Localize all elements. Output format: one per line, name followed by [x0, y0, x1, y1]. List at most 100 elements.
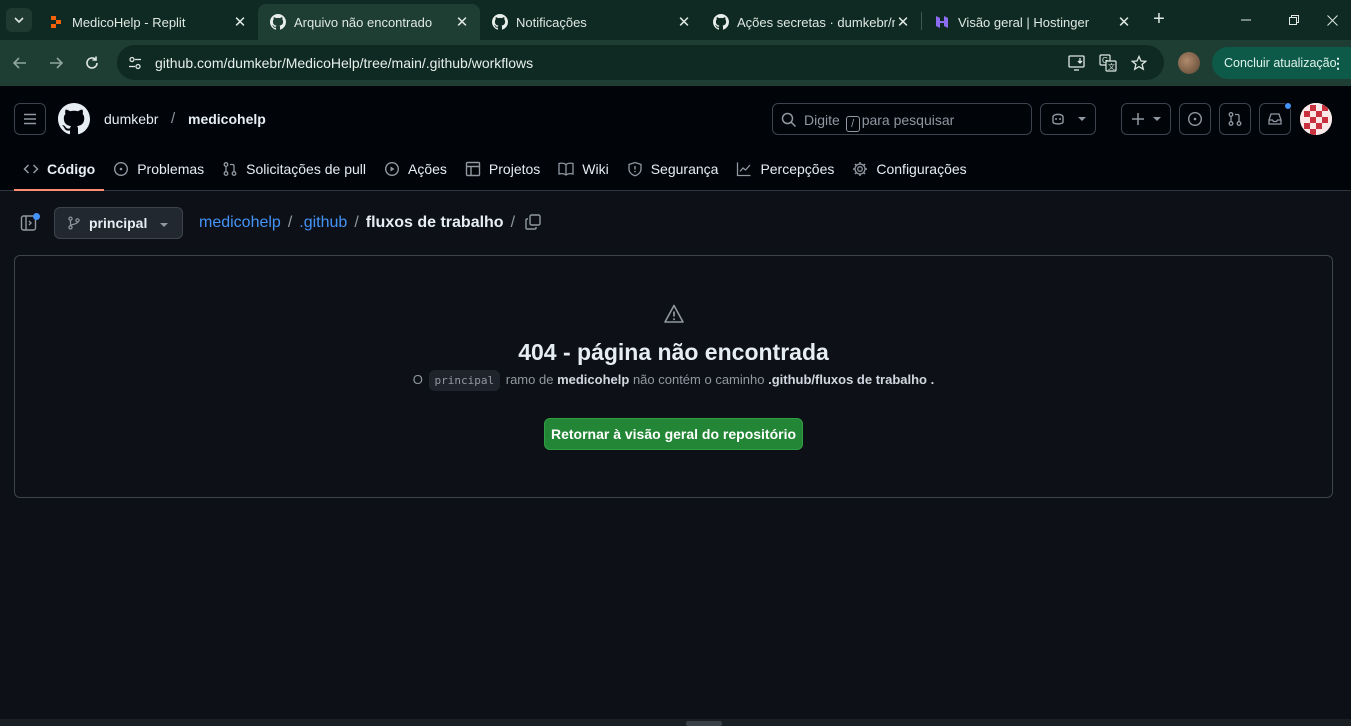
notification-dot [1284, 102, 1292, 110]
book-icon [558, 162, 574, 176]
github-icon [713, 14, 729, 30]
browser-tab[interactable]: Notificações ✕ [480, 4, 702, 40]
tab-settings-label: Configurações [876, 161, 967, 177]
github-logo-icon[interactable] [58, 103, 90, 135]
branch-name: principal [89, 215, 148, 231]
site-info-icon[interactable] [125, 53, 145, 73]
tab-title: Ações secretas · dumkebr/m [737, 14, 895, 30]
pull-requests-button[interactable] [1219, 103, 1251, 135]
horizontal-scrollbar[interactable] [0, 719, 1351, 726]
tab-settings[interactable]: Configurações [843, 148, 975, 190]
restore-button[interactable] [1284, 10, 1304, 30]
close-icon[interactable]: ✕ [454, 14, 470, 31]
tab-pull-requests[interactable]: Solicitações de pull [213, 148, 375, 190]
tab-pull-requests-label: Solicitações de pull [246, 161, 366, 177]
address-bar[interactable]: github.com/dumkebr/MedicoHelp/tree/main/… [117, 45, 1164, 80]
bookmark-star-icon[interactable] [1129, 53, 1149, 73]
caret-down-icon [1078, 117, 1086, 121]
tab-code[interactable]: Código [14, 148, 105, 191]
repo-owner-link[interactable]: dumkebr [104, 111, 158, 127]
breadcrumb-repo-link[interactable]: medicohelp [199, 214, 281, 232]
update-button-label: Concluir atualização [1224, 56, 1337, 70]
tab-title: Notificações [516, 14, 587, 30]
browser-tab[interactable]: Ações secretas · dumkebr/m ✕ [701, 4, 921, 40]
search-placeholder-before: Digite [804, 112, 840, 128]
user-avatar[interactable] [1300, 103, 1332, 135]
git-branch-icon [68, 216, 80, 230]
browser-tab[interactable]: Visão geral | Hostinger ✕ [922, 4, 1142, 40]
github-icon [270, 14, 286, 30]
reload-button[interactable] [81, 52, 103, 74]
search-input[interactable]: Digite / para pesquisar [772, 103, 1032, 135]
breadcrumb-folder-link[interactable]: .github [299, 214, 347, 232]
close-icon[interactable]: ✕ [895, 14, 911, 31]
tab-projects[interactable]: Projetos [456, 148, 549, 190]
plus-icon [1132, 113, 1144, 125]
forward-button[interactable] [45, 52, 67, 74]
translate-icon[interactable]: G文 [1098, 53, 1118, 73]
tab-title: Visão geral | Hostinger [958, 14, 1090, 30]
shield-icon [628, 161, 642, 177]
close-icon[interactable]: ✕ [1116, 14, 1132, 31]
github-header: dumkebr / medicohelp Digite / para pesqui… [0, 86, 1351, 191]
alert-icon [663, 303, 685, 325]
graph-icon [737, 162, 751, 177]
code-icon [23, 164, 39, 174]
update-button[interactable]: Concluir atualização ⋮ [1212, 47, 1351, 79]
new-tab-button[interactable]: + [1150, 9, 1168, 29]
close-icon[interactable]: ✕ [232, 14, 248, 31]
search-placeholder: Digite / para pesquisar [804, 112, 954, 132]
tab-insights-label: Percepções [760, 161, 835, 177]
copy-icon [525, 214, 541, 230]
not-found-panel: 404 - página não encontrada O principal … [14, 255, 1333, 498]
tab-search-button[interactable] [6, 8, 32, 32]
repo-nav: Código Problemas Solicitações de pull Aç… [14, 148, 976, 191]
replit-icon [48, 14, 64, 30]
tab-issues[interactable]: Problemas [104, 148, 213, 190]
arrow-right-icon [50, 57, 64, 69]
minimize-button[interactable] [1236, 10, 1256, 30]
url-text[interactable]: github.com/dumkebr/MedicoHelp/tree/main/… [155, 55, 533, 71]
error-branch-code: principal [428, 370, 501, 391]
restore-icon [1289, 15, 1299, 25]
issues-button[interactable] [1179, 103, 1211, 135]
window-close-button[interactable] [1322, 10, 1342, 30]
issue-icon [114, 161, 129, 177]
install-app-icon[interactable] [1067, 53, 1087, 73]
return-to-repo-button[interactable]: Retornar à visão geral do repositório [544, 418, 803, 450]
copilot-button[interactable] [1040, 103, 1096, 135]
breadcrumb-separator: / [354, 214, 359, 231]
owner-repo-separator: / [171, 110, 176, 127]
profile-avatar[interactable] [1178, 52, 1200, 74]
hostinger-icon [934, 14, 950, 30]
github-icon [492, 14, 508, 30]
copy-path-button[interactable] [524, 213, 544, 233]
browser-toolbar: github.com/dumkebr/MedicoHelp/tree/main/… [0, 40, 1351, 86]
repo-name-link[interactable]: medicohelp [188, 111, 266, 127]
breadcrumb-separator: / [510, 214, 516, 231]
copilot-icon [1052, 113, 1064, 125]
close-icon[interactable]: ✕ [676, 14, 692, 31]
tab-actions-label: Ações [408, 161, 447, 177]
play-icon [384, 161, 400, 177]
branch-selector[interactable]: principal [54, 207, 183, 239]
tab-insights[interactable]: Percepções [727, 148, 843, 190]
error-repo-name: medicohelp [557, 372, 630, 387]
browser-tab[interactable]: MedicoHelp - Replit ✕ [36, 4, 258, 40]
create-new-button[interactable] [1121, 103, 1171, 135]
menu-button[interactable] [14, 103, 46, 135]
error-msg-suffix: . [930, 372, 935, 387]
close-icon [1326, 14, 1338, 26]
back-button[interactable] [9, 52, 31, 74]
minimize-icon [1241, 19, 1251, 21]
breadcrumb: medicohelp / .github / fluxos de trabalh… [199, 214, 522, 232]
pull-request-icon [223, 162, 237, 176]
error-msg-prefix: O [412, 372, 423, 387]
scrollbar-thumb[interactable] [686, 721, 722, 726]
error-title: 404 - página não encontrada [518, 339, 829, 365]
tab-projects-label: Projetos [488, 161, 541, 177]
tab-actions[interactable]: Ações [375, 148, 456, 190]
tab-security[interactable]: Segurança [618, 148, 728, 190]
tab-wiki[interactable]: Wiki [549, 148, 617, 190]
browser-tab-active[interactable]: Arquivo não encontrado ✕ [258, 4, 480, 40]
